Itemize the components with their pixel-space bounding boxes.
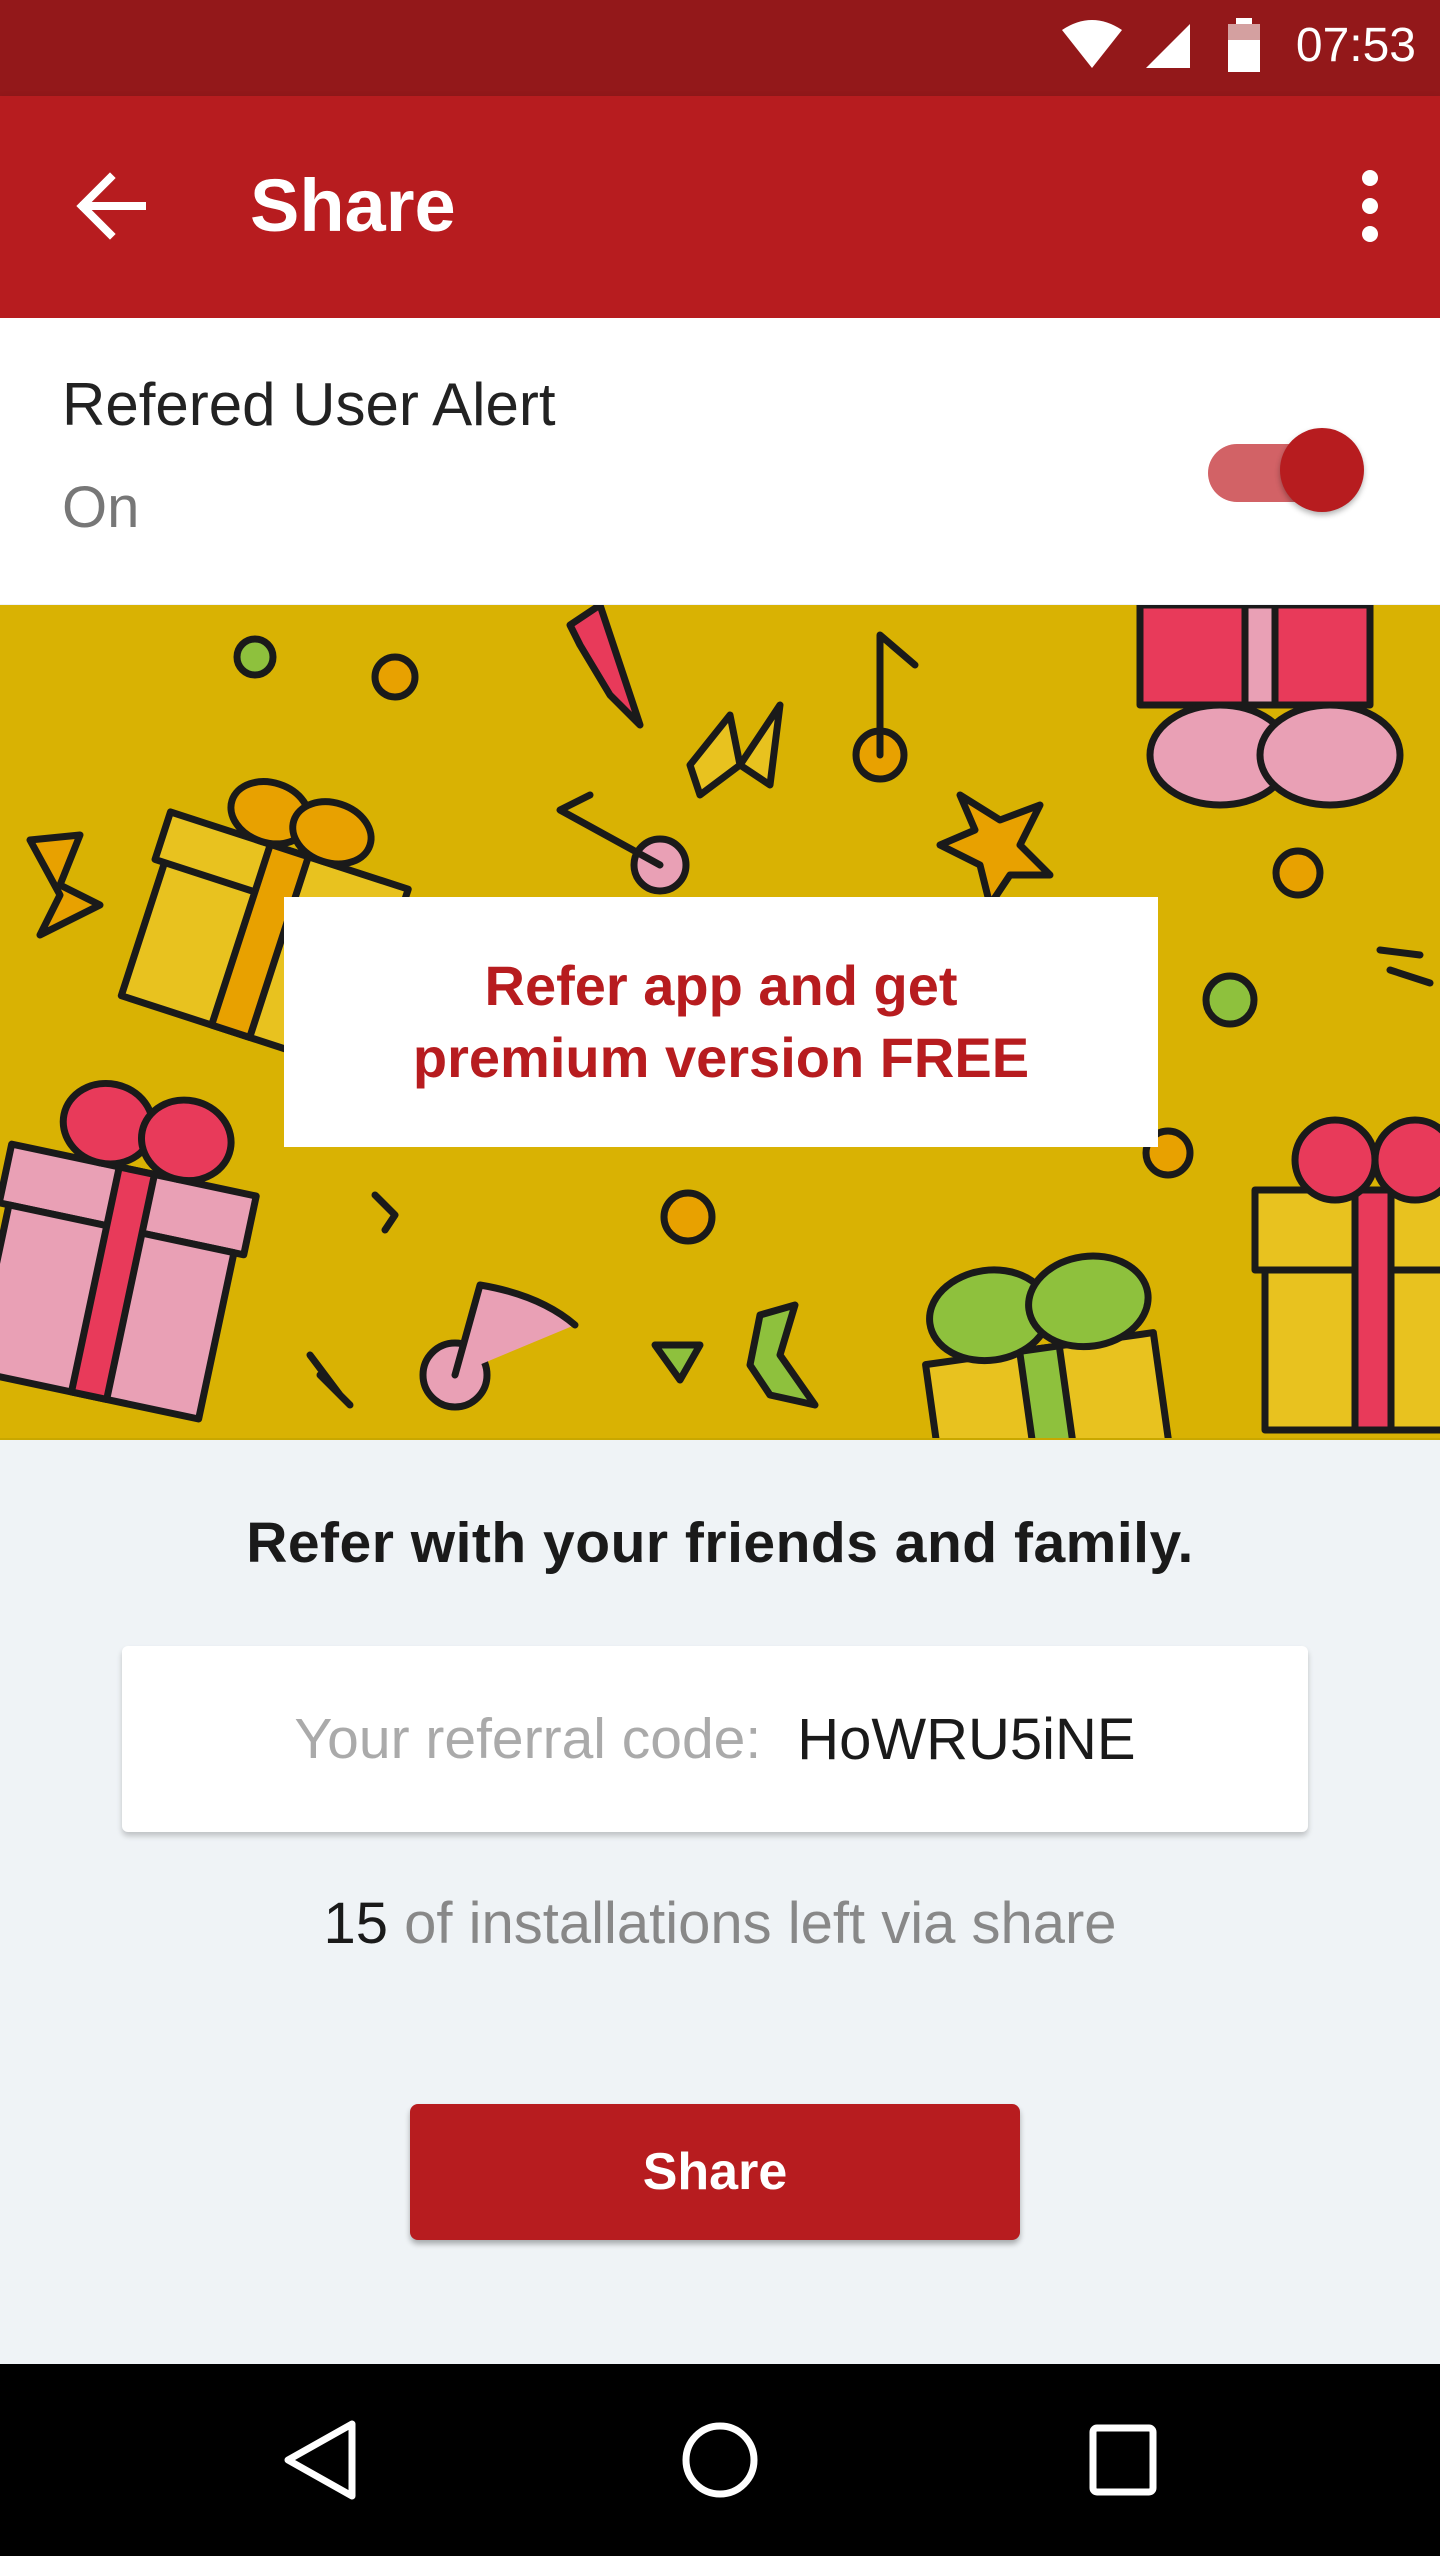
clock: 07:53	[1295, 19, 1416, 72]
share-button[interactable]: Share	[410, 2104, 1020, 2240]
promo-line-2: premium version FREE	[412, 1026, 1030, 1089]
installations-text: of installations left via share	[404, 1891, 1117, 1956]
setting-label: Refered User Alert	[62, 371, 556, 438]
wifi-icon	[1062, 20, 1122, 68]
promo-line-1: Refer app and get	[484, 954, 958, 1017]
signal-icon	[1146, 24, 1190, 68]
installations-left: 15 of installations left via share	[0, 1890, 1440, 1957]
page-title: Share	[250, 164, 456, 247]
status-bar: 07:53	[0, 0, 1440, 96]
alert-toggle-switch[interactable]	[1204, 414, 1364, 512]
system-nav-bar	[0, 2364, 1440, 2556]
installations-count: 15	[323, 1891, 388, 1956]
nav-back-icon[interactable]	[280, 2418, 360, 2502]
toggle-thumb	[1280, 428, 1364, 512]
app-bar: Share	[0, 96, 1440, 318]
promo-banner: Refer app and get premium version FREE	[0, 605, 1440, 1440]
refered-user-alert-setting[interactable]: Refered User Alert On	[0, 318, 1440, 604]
setting-state: On	[62, 475, 140, 540]
more-vert-icon[interactable]	[1350, 166, 1390, 246]
nav-recents-icon[interactable]	[1088, 2418, 1158, 2502]
referral-code-value[interactable]: HoWRU5iNE	[797, 1706, 1135, 1773]
promo-card: Refer app and get premium version FREE	[284, 897, 1158, 1147]
promo-text: Refer app and get premium version FREE	[341, 950, 1101, 1094]
nav-home-icon[interactable]	[678, 2418, 762, 2502]
arrow-back-icon[interactable]	[72, 166, 152, 246]
battery-icon	[1228, 18, 1260, 72]
refer-heading: Refer with your friends and family.	[246, 1511, 1194, 1575]
referral-code-label: Your referral code:	[294, 1707, 762, 1771]
referral-code-card[interactable]: Your referral code: HoWRU5iNE	[122, 1646, 1308, 1832]
